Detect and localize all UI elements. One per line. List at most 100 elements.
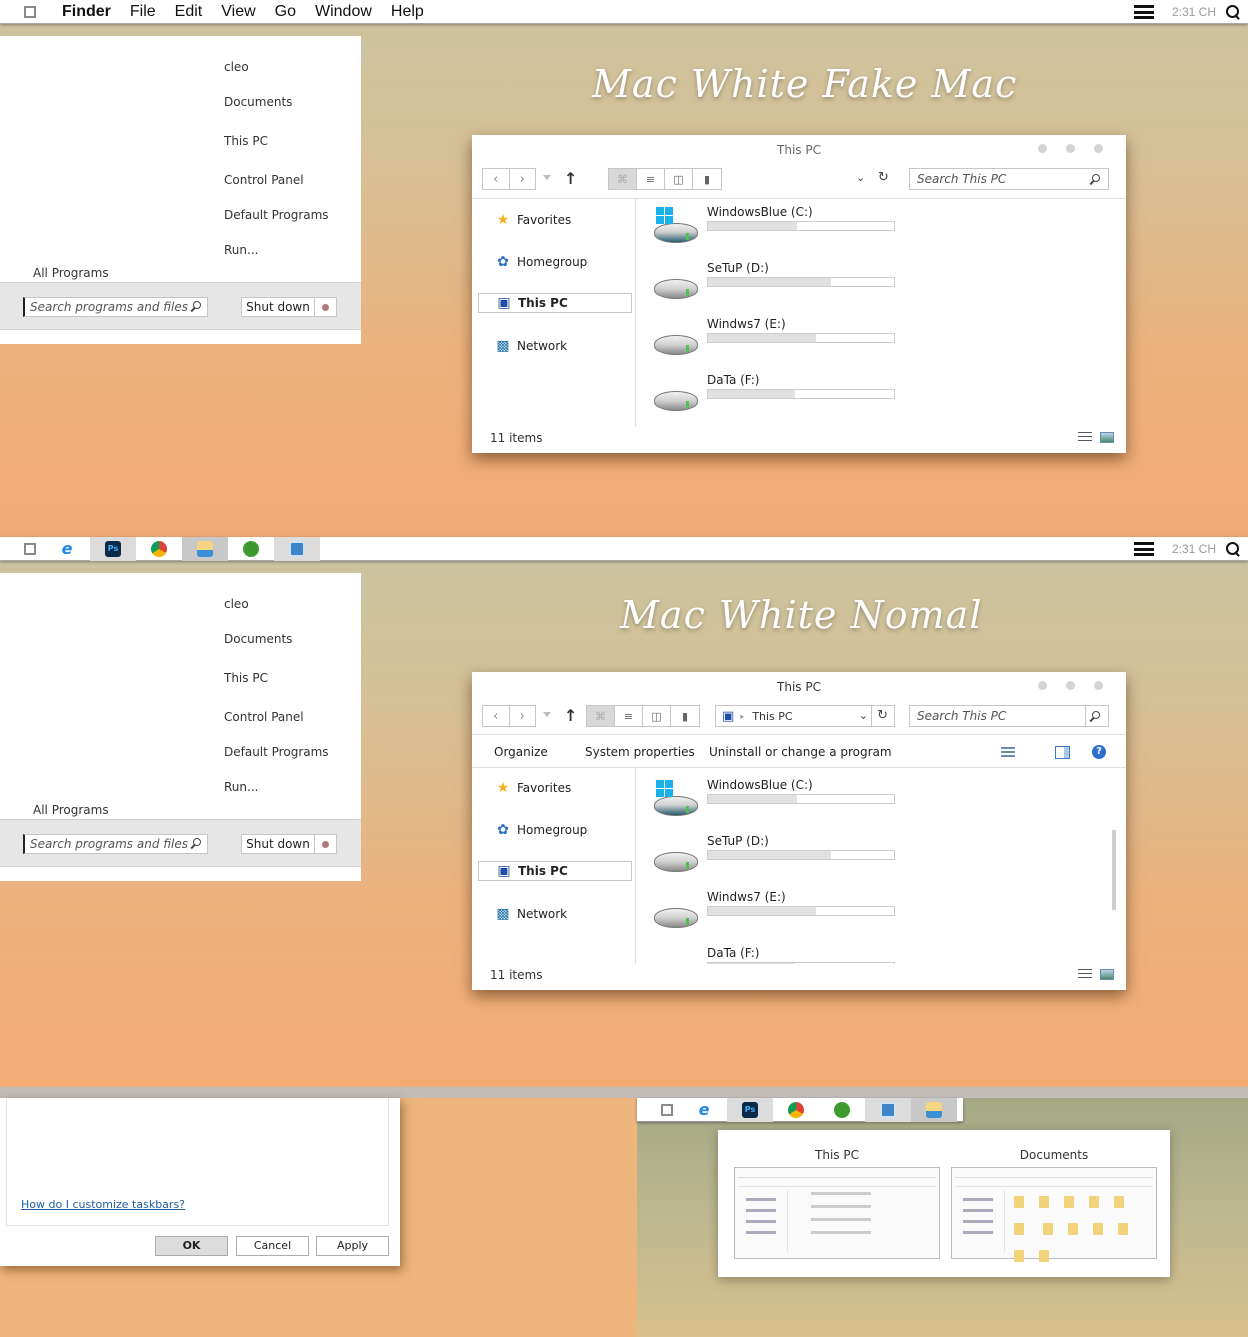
view-list-button[interactable]: ≡ [615, 706, 643, 726]
all-programs[interactable]: All Programs [33, 803, 109, 817]
back-button[interactable]: ‹ [483, 169, 510, 189]
up-button[interactable]: ↑ [564, 169, 577, 188]
drive-c[interactable]: WindowsBlue (C:) [652, 778, 902, 828]
taskbar-photoshop[interactable]: Ps [727, 1097, 773, 1122]
system-properties-button[interactable]: System properties [585, 745, 695, 759]
menu-window[interactable]: Window [315, 3, 372, 21]
start-item-user[interactable]: cleo [224, 60, 249, 74]
view-coverflow-button[interactable]: ▮ [693, 169, 721, 189]
taskbar-green-app[interactable] [228, 537, 274, 561]
clock[interactable]: 2:31 CH [1172, 5, 1216, 19]
shutdown-button[interactable]: Shut down [242, 298, 315, 316]
drive-f[interactable]: DaTa (F:) [652, 946, 902, 964]
refresh-icon[interactable]: ↻ [878, 170, 889, 185]
menu-go[interactable]: Go [275, 3, 296, 21]
search-icon[interactable] [1226, 5, 1240, 19]
taskbar-green-app[interactable] [819, 1098, 865, 1122]
menu-view[interactable]: View [221, 3, 255, 21]
drive-f[interactable]: DaTa (F:) [652, 373, 902, 423]
menu-edit[interactable]: Edit [175, 3, 203, 21]
taskbar-file-explorer[interactable] [182, 536, 228, 561]
maximize-button[interactable] [1066, 681, 1075, 690]
close-button[interactable] [1094, 144, 1103, 153]
start-square-icon[interactable] [661, 1103, 673, 1116]
cancel-button[interactable]: Cancel [236, 1236, 309, 1256]
taskbar-chrome[interactable] [136, 537, 182, 561]
view-icons-button[interactable]: ⌘ [609, 169, 637, 189]
view-coverflow-button[interactable]: ▮ [671, 706, 699, 726]
start-item-control-panel[interactable]: Control Panel [224, 173, 304, 187]
nav-favorites[interactable]: ★ Favorites [478, 210, 632, 230]
address-text[interactable]: This PC [752, 710, 792, 723]
drive-d[interactable]: SeTuP (D:) [652, 834, 902, 884]
search-input[interactable]: Search This PC [909, 705, 1109, 727]
close-button[interactable] [1094, 681, 1103, 690]
minimize-button[interactable] [1038, 144, 1047, 153]
start-search-input[interactable]: Search programs and files [23, 297, 208, 317]
back-button[interactable]: ‹ [483, 706, 510, 726]
clock[interactable]: 2:31 CH [1172, 542, 1216, 556]
list-menu-icon[interactable] [1133, 542, 1154, 556]
nav-this-pc[interactable]: ▣ This PC [478, 293, 632, 313]
address-bar[interactable]: ▣ ▸ This PC ⌄ ↻ [715, 705, 895, 727]
minimize-button[interactable] [1038, 681, 1047, 690]
start-item-run[interactable]: Run... [224, 780, 258, 794]
recent-locations-button[interactable] [543, 712, 551, 717]
large-icons-view-icon[interactable] [1100, 969, 1114, 980]
drive-d[interactable]: SeTuP (D:) [652, 261, 902, 311]
shutdown-options-button[interactable] [315, 835, 336, 853]
start-item-default-programs[interactable]: Default Programs [224, 208, 329, 222]
forward-button[interactable]: › [510, 169, 536, 189]
drive-c[interactable]: WindowsBlue (C:) [652, 205, 902, 255]
start-search-input[interactable]: Search programs and files [23, 834, 208, 854]
details-view-icon[interactable] [1078, 432, 1092, 443]
taskbar-chrome[interactable] [773, 1098, 819, 1122]
recent-locations-button[interactable] [543, 175, 551, 180]
large-icons-view-icon[interactable] [1100, 432, 1114, 443]
start-item-control-panel[interactable]: Control Panel [224, 710, 304, 724]
apply-button[interactable]: Apply [316, 1236, 389, 1256]
menu-file[interactable]: File [130, 3, 156, 21]
taskbar-ie[interactable]: e [44, 537, 90, 561]
view-list-button[interactable]: ≡ [637, 169, 665, 189]
forward-button[interactable]: › [510, 706, 536, 726]
view-columns-button[interactable]: ◫ [665, 169, 693, 189]
taskbar-remote-desktop[interactable] [865, 1097, 911, 1122]
view-icons-button[interactable]: ⌘ [587, 706, 615, 726]
all-programs[interactable]: All Programs [33, 266, 109, 280]
maximize-button[interactable] [1066, 144, 1075, 153]
view-columns-button[interactable]: ◫ [643, 706, 671, 726]
drive-e[interactable]: Windws7 (E:) [652, 317, 902, 367]
help-icon[interactable]: ? [1092, 745, 1106, 759]
shutdown-options-button[interactable] [315, 298, 336, 316]
address-dropdown-icon[interactable]: ⌄ [856, 171, 865, 184]
thumbnail-this-pc[interactable]: This PC [734, 1130, 940, 1270]
ok-button[interactable]: OK [155, 1236, 228, 1256]
start-item-user[interactable]: cleo [224, 597, 249, 611]
preview-pane-icon[interactable] [1055, 746, 1070, 759]
change-view-icon[interactable] [1001, 747, 1015, 759]
refresh-icon[interactable]: ↻ [877, 708, 888, 723]
start-square-icon[interactable] [24, 542, 36, 555]
taskbar-file-explorer[interactable] [911, 1097, 957, 1122]
start-item-documents[interactable]: Documents [224, 632, 292, 646]
start-item-run[interactable]: Run... [224, 243, 258, 257]
search-input[interactable]: Search This PC [909, 168, 1109, 190]
address-dropdown-icon[interactable]: ⌄ [859, 709, 868, 722]
start-item-this-pc[interactable]: This PC [224, 671, 268, 685]
taskbar-ie[interactable]: e [681, 1098, 727, 1122]
start-square-icon[interactable] [24, 5, 36, 18]
details-view-icon[interactable] [1078, 969, 1092, 980]
uninstall-program-button[interactable]: Uninstall or change a program [709, 745, 892, 759]
menu-help[interactable]: Help [391, 3, 424, 21]
taskbar-photoshop[interactable]: Ps [90, 536, 136, 561]
nav-network[interactable]: ▩ Network [478, 336, 632, 356]
thumbnail-documents[interactable]: Documents [951, 1130, 1157, 1270]
customize-taskbars-help-link[interactable]: How do I customize taskbars? [21, 1198, 185, 1211]
list-menu-icon[interactable] [1133, 5, 1154, 19]
drive-e[interactable]: Windws7 (E:) [652, 890, 902, 940]
start-item-documents[interactable]: Documents [224, 95, 292, 109]
taskbar-remote-desktop[interactable] [274, 536, 320, 561]
start-item-default-programs[interactable]: Default Programs [224, 745, 329, 759]
menu-finder[interactable]: Finder [62, 3, 111, 21]
